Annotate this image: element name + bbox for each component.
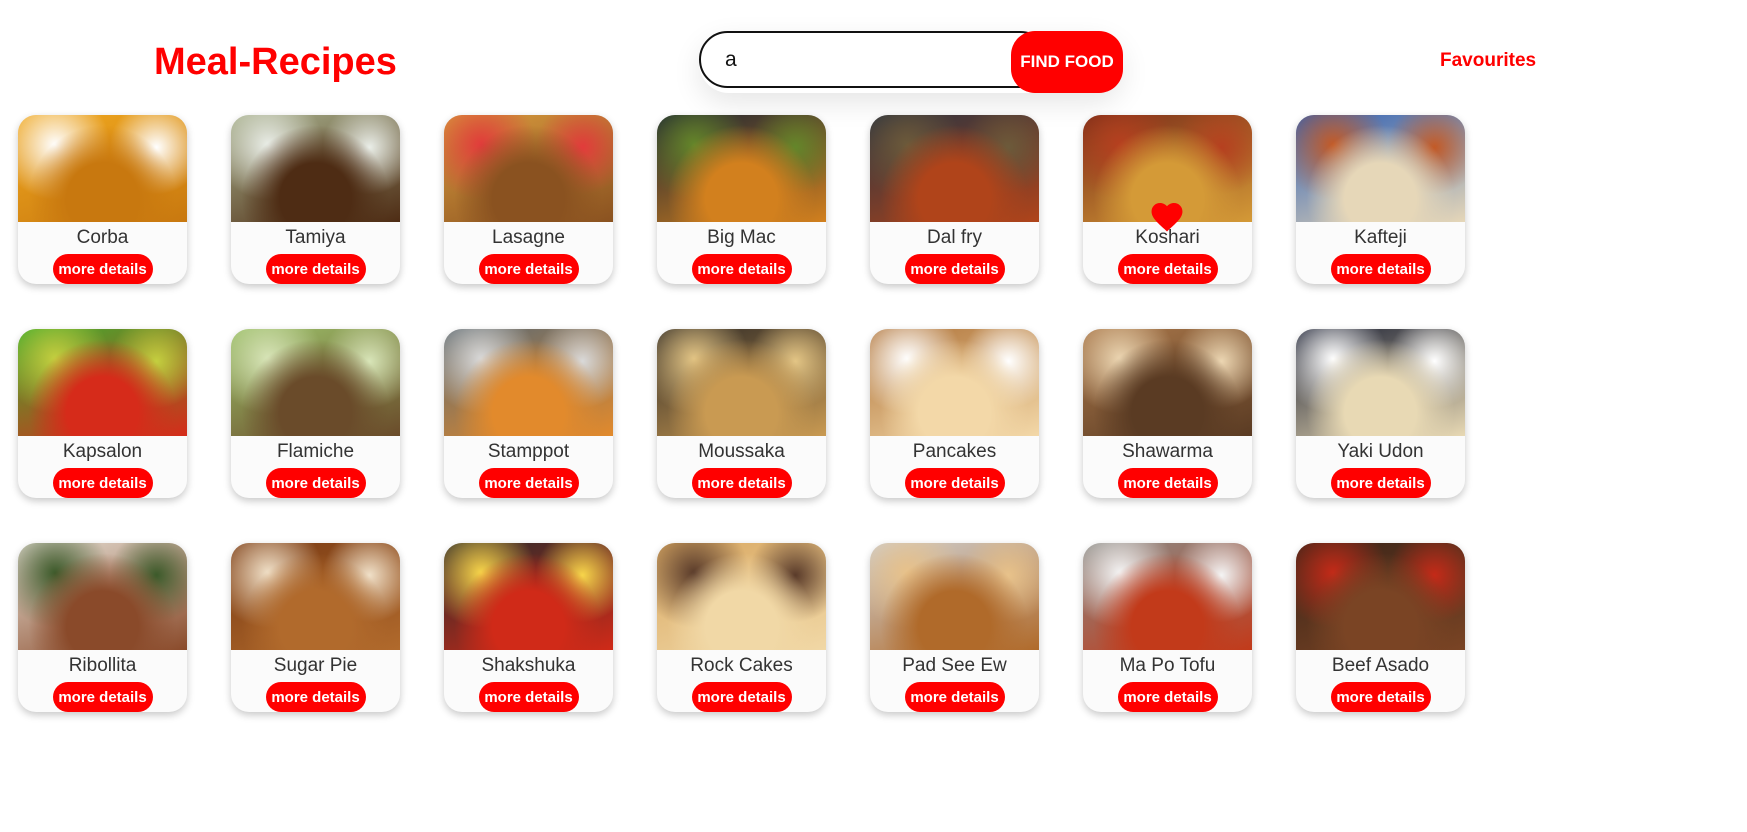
falafel-plate-image[interactable] (231, 115, 400, 222)
flamiche-tart-image[interactable] (231, 329, 400, 436)
meal-card[interactable]: Pancakes more details (870, 329, 1039, 498)
meal-card[interactable]: Stamppot more details (444, 329, 613, 498)
beef-asado-image[interactable] (1296, 543, 1465, 650)
search-bar: FIND FOOD (699, 31, 1123, 93)
favourites-link[interactable]: Favourites (1440, 50, 1536, 72)
kafteji-plate-image[interactable] (1296, 115, 1465, 222)
more-details-button[interactable]: more details (52, 682, 153, 712)
more-details-button[interactable]: more details (691, 682, 792, 712)
more-details-button[interactable]: more details (52, 468, 153, 498)
meal-card[interactable]: Shakshuka more details (444, 543, 613, 712)
more-details-button[interactable]: more details (904, 468, 1005, 498)
site-logo[interactable]: Meal-Recipes (154, 38, 397, 86)
rock-cakes-image[interactable] (657, 543, 826, 650)
stamppot-plate-image[interactable] (444, 329, 613, 436)
meal-name: Moussaka (698, 441, 785, 462)
meal-name: Pancakes (912, 441, 997, 462)
meal-card[interactable]: Rock Cakes more details (657, 543, 826, 712)
meal-card[interactable]: Corba more details (18, 115, 187, 284)
meal-name: Pad See Ew (902, 655, 1007, 676)
meal-name: Rock Cakes (690, 655, 793, 676)
more-details-button[interactable]: more details (1330, 682, 1431, 712)
shakshuka-pan-image[interactable] (444, 543, 613, 650)
meal-card[interactable]: Beef Asado more details (1296, 543, 1465, 712)
meal-card[interactable]: Kafteji more details (1296, 115, 1465, 284)
meal-card[interactable]: Flamiche more details (231, 329, 400, 498)
more-details-button[interactable]: more details (691, 468, 792, 498)
meal-name: Shakshuka (481, 655, 576, 676)
search-input[interactable] (699, 31, 1049, 88)
soup-bowl-image[interactable] (18, 115, 187, 222)
sugar-pie-image[interactable] (231, 543, 400, 650)
more-details-button[interactable]: more details (1330, 254, 1431, 284)
dal-bowl-image[interactable] (870, 115, 1039, 222)
shawarma-wrap-image[interactable] (1083, 329, 1252, 436)
ma-po-tofu-bowl-image[interactable] (1083, 543, 1252, 650)
meal-card[interactable]: Big Mac more details (657, 115, 826, 284)
meal-name: Beef Asado (1331, 655, 1430, 676)
kapsalon-salad-image[interactable] (18, 329, 187, 436)
more-details-button[interactable]: more details (1117, 682, 1218, 712)
more-details-button[interactable]: more details (1330, 468, 1431, 498)
more-details-button[interactable]: more details (265, 254, 366, 284)
meal-card[interactable]: Koshari more details (1083, 115, 1252, 284)
pancakes-stack-image[interactable] (870, 329, 1039, 436)
burger-image[interactable] (657, 115, 826, 222)
meal-name: Lasagne (492, 227, 565, 248)
meal-name: Ribollita (68, 655, 137, 676)
meal-card[interactable]: Moussaka more details (657, 329, 826, 498)
meal-card[interactable]: Tamiya more details (231, 115, 400, 284)
more-details-button[interactable]: more details (904, 254, 1005, 284)
meal-card[interactable]: Sugar Pie more details (231, 543, 400, 712)
meal-card[interactable]: Yaki Udon more details (1296, 329, 1465, 498)
meal-name: Ma Po Tofu (1119, 655, 1216, 676)
meal-name: Kafteji (1354, 227, 1407, 248)
heart-icon[interactable] (1148, 199, 1186, 233)
more-details-button[interactable]: more details (478, 468, 579, 498)
more-details-button[interactable]: more details (691, 254, 792, 284)
meal-name: Kapsalon (62, 441, 143, 462)
find-food-button[interactable]: FIND FOOD (1011, 31, 1123, 93)
meal-name: Stamppot (487, 441, 570, 462)
meal-name: Corba (76, 227, 129, 248)
more-details-button[interactable]: more details (478, 254, 579, 284)
meal-name: Tamiya (285, 227, 346, 248)
ribollita-bowl-image[interactable] (18, 543, 187, 650)
header: Meal-Recipes FIND FOOD Favourites (0, 0, 1747, 115)
more-details-button[interactable]: more details (904, 682, 1005, 712)
meal-card[interactable]: Ribollita more details (18, 543, 187, 712)
meal-grid: Corba more details Tamiya more details Lasag… (18, 115, 1465, 712)
more-details-button[interactable]: more details (1117, 468, 1218, 498)
moussaka-pan-image[interactable] (657, 329, 826, 436)
lasagne-dish-image[interactable] (444, 115, 613, 222)
meal-card[interactable]: Lasagne more details (444, 115, 613, 284)
meal-name: Shawarma (1122, 441, 1213, 462)
meal-name: Yaki Udon (1337, 441, 1424, 462)
yaki-udon-bowl-image[interactable] (1296, 329, 1465, 436)
meal-name: Flamiche (276, 441, 355, 462)
meal-name: Big Mac (707, 227, 776, 248)
more-details-button[interactable]: more details (52, 254, 153, 284)
meal-card[interactable]: Pad See Ew more details (870, 543, 1039, 712)
meal-card[interactable]: Kapsalon more details (18, 329, 187, 498)
more-details-button[interactable]: more details (1117, 254, 1218, 284)
meal-card[interactable]: Dal fry more details (870, 115, 1039, 284)
meal-name: Sugar Pie (273, 655, 358, 676)
pad-see-ew-noodles-image[interactable] (870, 543, 1039, 650)
meal-card[interactable]: Ma Po Tofu more details (1083, 543, 1252, 712)
more-details-button[interactable]: more details (265, 682, 366, 712)
more-details-button[interactable]: more details (265, 468, 366, 498)
meal-name: Dal fry (927, 227, 982, 248)
more-details-button[interactable]: more details (478, 682, 579, 712)
meal-card[interactable]: Shawarma more details (1083, 329, 1252, 498)
